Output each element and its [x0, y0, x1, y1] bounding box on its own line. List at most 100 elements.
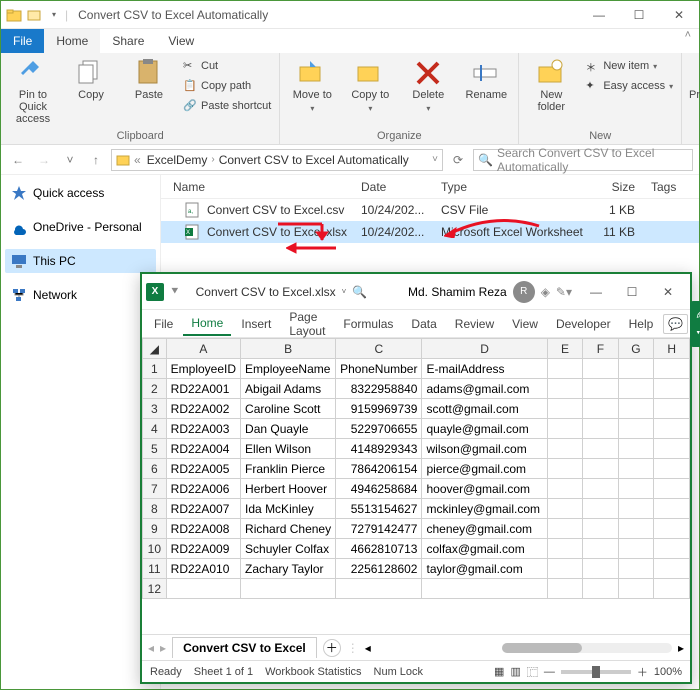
close-button[interactable]: ✕ [650, 274, 686, 310]
tab-share[interactable]: Share [100, 29, 156, 53]
cell[interactable]: pierce@gmail.com [422, 459, 547, 479]
qat-open-icon[interactable] [25, 6, 43, 24]
cell[interactable] [618, 419, 654, 439]
cell[interactable]: adams@gmail.com [422, 379, 547, 399]
share-button[interactable]: 🖉▾ [690, 301, 700, 347]
cell[interactable] [618, 499, 654, 519]
cell[interactable] [547, 459, 582, 479]
excel-tab-pagelayout[interactable]: Page Layout [281, 306, 333, 342]
delete-button[interactable]: Delete▾ [402, 57, 454, 115]
cell[interactable]: 4946258684 [336, 479, 422, 499]
hscrollbar[interactable] [502, 643, 672, 653]
cell[interactable]: Schuyler Colfax [241, 539, 336, 559]
move-to-button[interactable]: Move to▾ [286, 57, 338, 115]
cell[interactable]: taylor@gmail.com [422, 559, 547, 579]
cell[interactable] [583, 459, 618, 479]
cell[interactable]: RD22A006 [166, 479, 240, 499]
col-type[interactable]: Type [441, 180, 591, 194]
cell[interactable]: Abigail Adams [241, 379, 336, 399]
cell[interactable] [583, 579, 618, 599]
easy-access-button[interactable]: ✦Easy access▾ [583, 77, 675, 95]
cell[interactable]: 7279142477 [336, 519, 422, 539]
cell[interactable] [547, 419, 582, 439]
scroll-left-button[interactable]: ◂ [365, 641, 371, 655]
diamond-icon[interactable]: ◈ [541, 285, 550, 299]
spreadsheet[interactable]: ◢ABCDEFGH1EmployeeIDEmployeeNamePhoneNum… [142, 338, 690, 634]
view-normal-icon[interactable]: ▦ [494, 665, 504, 678]
sheet-tab[interactable]: Convert CSV to Excel [172, 637, 317, 658]
cell[interactable]: mckinley@gmail.com [422, 499, 547, 519]
cell[interactable] [547, 439, 582, 459]
cell[interactable]: 7864206154 [336, 459, 422, 479]
cell[interactable]: RD22A004 [166, 439, 240, 459]
col-header-H[interactable]: H [654, 339, 690, 359]
row-header[interactable]: 10 [143, 539, 167, 559]
status-wbstats[interactable]: Workbook Statistics [265, 666, 361, 678]
view-break-icon[interactable]: ⿸ [527, 664, 538, 680]
zoom-level[interactable]: 100% [654, 666, 682, 678]
cell[interactable] [547, 379, 582, 399]
nav-onedrive[interactable]: OneDrive - Personal [5, 215, 156, 239]
nav-network[interactable]: Network [5, 283, 156, 307]
row-header[interactable]: 12 [143, 579, 167, 599]
col-header-E[interactable]: E [547, 339, 582, 359]
cell[interactable] [654, 479, 690, 499]
cell[interactable] [654, 379, 690, 399]
cell[interactable]: colfax@gmail.com [422, 539, 547, 559]
cell[interactable] [654, 399, 690, 419]
forward-button[interactable]: → [33, 149, 55, 171]
cell[interactable]: Franklin Pierce [241, 459, 336, 479]
cell[interactable]: 2256128602 [336, 559, 422, 579]
cell[interactable]: PhoneNumber [336, 359, 422, 379]
qat-dropdown-icon[interactable]: ▾ [45, 6, 63, 24]
cell[interactable]: scott@gmail.com [422, 399, 547, 419]
cell[interactable] [583, 539, 618, 559]
copy-to-button[interactable]: Copy to▾ [344, 57, 396, 115]
properties-button[interactable]: Properties▾ [688, 57, 700, 115]
cell[interactable] [547, 539, 582, 559]
cell[interactable]: quayle@gmail.com [422, 419, 547, 439]
row-header[interactable]: 4 [143, 419, 167, 439]
cell[interactable]: 4662810713 [336, 539, 422, 559]
cell[interactable]: E-mailAddress [422, 359, 547, 379]
cell[interactable] [654, 579, 690, 599]
cell[interactable] [583, 499, 618, 519]
cell[interactable] [618, 359, 654, 379]
cell[interactable]: 5513154627 [336, 499, 422, 519]
cell[interactable] [654, 559, 690, 579]
cell[interactable] [618, 459, 654, 479]
cell[interactable] [618, 579, 654, 599]
cell[interactable] [654, 439, 690, 459]
cell[interactable] [547, 359, 582, 379]
ribbon-collapse-icon[interactable]: ˄ [677, 29, 699, 53]
cell[interactable] [241, 579, 336, 599]
col-header-C[interactable]: C [336, 339, 422, 359]
cell[interactable]: Herbert Hoover [241, 479, 336, 499]
rename-button[interactable]: Rename [460, 57, 512, 101]
select-all-cell[interactable]: ◢ [143, 339, 167, 359]
col-header-F[interactable]: F [583, 339, 618, 359]
cell[interactable] [547, 399, 582, 419]
col-header-A[interactable]: A [166, 339, 240, 359]
cell[interactable] [547, 559, 582, 579]
excel-tab-review[interactable]: Review [447, 313, 502, 335]
recent-dropdown[interactable]: ˅ [59, 149, 81, 171]
cell[interactable]: RD22A005 [166, 459, 240, 479]
zoom-out-button[interactable]: — [544, 666, 555, 678]
cell[interactable]: RD22A009 [166, 539, 240, 559]
breadcrumb[interactable]: « ExcelDemy› Convert CSV to Excel Automa… [111, 149, 443, 171]
excel-tab-file[interactable]: File [146, 313, 181, 335]
cell[interactable] [618, 519, 654, 539]
copy-button[interactable]: Copy [65, 57, 117, 101]
qat-dropdown-icon[interactable]: ⯆ [170, 284, 180, 299]
row-header[interactable]: 8 [143, 499, 167, 519]
tab-home[interactable]: Home [44, 29, 100, 53]
tab-view[interactable]: View [156, 29, 206, 53]
add-sheet-button[interactable]: ＋ [323, 639, 341, 657]
paste-button[interactable]: Paste [123, 57, 175, 101]
cell[interactable] [654, 519, 690, 539]
scroll-right-button[interactable]: ▸ [678, 641, 684, 655]
col-name[interactable]: Name [161, 180, 361, 194]
search-input[interactable]: 🔍 Search Convert CSV to Excel Automatica… [473, 149, 693, 171]
cell[interactable]: 4148929343 [336, 439, 422, 459]
